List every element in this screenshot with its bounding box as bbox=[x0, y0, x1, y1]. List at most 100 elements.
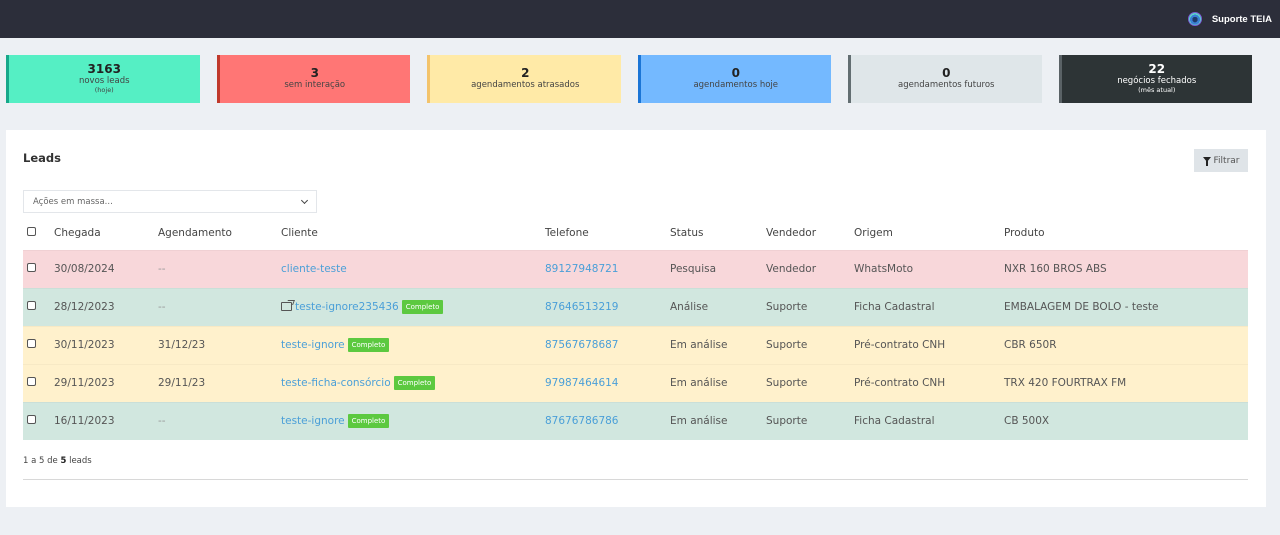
leads-table: Chegada Agendamento Cliente Telefone Sta… bbox=[23, 217, 1248, 440]
cell-vendedor: Suporte bbox=[766, 402, 854, 440]
card-value: 3 bbox=[310, 66, 319, 81]
teia-logo-icon bbox=[1187, 12, 1202, 26]
cell-cliente: teste-ignore Completo bbox=[281, 326, 545, 364]
select-all-checkbox[interactable] bbox=[27, 227, 36, 237]
user-menu[interactable]: Suporte TEIA bbox=[1187, 12, 1272, 26]
filter-icon bbox=[1202, 157, 1211, 166]
cell-agendamento: -- bbox=[158, 288, 281, 326]
card-value: 2 bbox=[521, 66, 530, 81]
card-new-leads[interactable]: 3163 novos leads (hoje) bbox=[6, 55, 200, 103]
chevron-down-icon bbox=[300, 196, 309, 204]
phone-link[interactable]: 87646513219 bbox=[545, 301, 619, 313]
status-badge: Completo bbox=[401, 300, 444, 314]
phone-link[interactable]: 87676786786 bbox=[545, 415, 619, 427]
cell-agendamento: 29/11/23 bbox=[158, 364, 281, 402]
cell-produto: CBR 650R bbox=[1004, 326, 1248, 364]
card-label: agendamentos atrasados bbox=[471, 80, 580, 91]
cell-status: Pesquisa bbox=[670, 250, 766, 288]
cell-cliente: teste-ignore Completo bbox=[281, 402, 545, 440]
card-no-interaction[interactable]: 3 sem interação bbox=[216, 55, 410, 103]
card-label: agendamentos futuros bbox=[898, 80, 995, 91]
card-late-schedules[interactable]: 2 agendamentos atrasados bbox=[427, 55, 621, 103]
card-value: 3163 bbox=[87, 62, 121, 77]
cell-status: Em análise bbox=[670, 326, 766, 364]
card-schedules-today[interactable]: 0 agendamentos hoje bbox=[637, 55, 831, 103]
cell-cliente: teste-ignore235436 Completo bbox=[281, 288, 545, 326]
phone-link[interactable]: 97987464614 bbox=[545, 377, 619, 389]
card-value: 0 bbox=[731, 66, 740, 81]
cell-telefone: 87646513219 bbox=[545, 288, 670, 326]
table-row[interactable]: 16/11/2023 -- teste-ignore Completo 87676… bbox=[23, 402, 1248, 440]
user-name: Suporte TEIA bbox=[1211, 13, 1272, 25]
cell-cliente: cliente-teste bbox=[281, 250, 545, 288]
panel-title: Leads bbox=[23, 151, 61, 165]
row-checkbox[interactable] bbox=[27, 263, 36, 272]
row-checkbox[interactable] bbox=[27, 377, 36, 386]
client-link[interactable]: teste-ignore235436 bbox=[295, 301, 399, 313]
card-sublabel: (hoje) bbox=[94, 86, 114, 95]
bulk-actions-placeholder: Ações em massa... bbox=[33, 196, 113, 207]
card-label: sem interação bbox=[284, 80, 346, 91]
card-future-schedules[interactable]: 0 agendamentos futuros bbox=[848, 55, 1042, 103]
client-link[interactable]: cliente-teste bbox=[281, 263, 347, 275]
cell-status: Em análise bbox=[670, 402, 766, 440]
column-header[interactable]: Telefone bbox=[545, 217, 670, 250]
cell-status: Em análise bbox=[670, 364, 766, 402]
cell-produto: TRX 420 FOURTRAX FM bbox=[1004, 364, 1248, 402]
table-row[interactable]: 29/11/2023 29/11/23 teste-ficha-consórci… bbox=[23, 364, 1248, 402]
card-value: 0 bbox=[942, 66, 951, 81]
summary-cards: 3163 novos leads (hoje) 3 sem interação … bbox=[6, 55, 1280, 103]
card-sublabel: (mês atual) bbox=[1138, 86, 1176, 95]
cell-status: Análise bbox=[670, 288, 766, 326]
table-row[interactable]: 28/12/2023 -- teste-ignore235436 Completo… bbox=[23, 288, 1248, 326]
row-checkbox[interactable] bbox=[27, 415, 36, 425]
pagination-suffix: leads bbox=[69, 456, 92, 466]
column-header[interactable]: Cliente bbox=[281, 217, 545, 250]
cell-chegada: 28/12/2023 bbox=[54, 288, 158, 326]
share-icon bbox=[281, 302, 292, 311]
pagination-info: 1 a 5 de 5 leads bbox=[23, 456, 92, 466]
cell-origem: Ficha Cadastral bbox=[854, 402, 1004, 440]
cell-vendedor: Vendedor bbox=[766, 250, 854, 288]
client-link[interactable]: teste-ignore bbox=[281, 339, 345, 351]
cell-vendedor: Suporte bbox=[766, 364, 854, 402]
table-row[interactable]: 30/11/2023 31/12/23 teste-ignore Completo… bbox=[23, 326, 1248, 364]
cell-origem: Pré-contrato CNH bbox=[854, 364, 1004, 402]
phone-link[interactable]: 89127948721 bbox=[545, 263, 619, 275]
column-header[interactable]: Vendedor bbox=[766, 217, 854, 250]
cell-telefone: 87567678687 bbox=[545, 326, 670, 364]
cell-agendamento: -- bbox=[158, 402, 281, 440]
cell-chegada: 16/11/2023 bbox=[54, 402, 158, 440]
cell-produto: EMBALAGEM DE BOLO - teste bbox=[1004, 288, 1248, 326]
select-all-cell bbox=[23, 217, 54, 250]
cell-agendamento: 31/12/23 bbox=[158, 326, 281, 364]
pagination-prefix: 1 a 5 de bbox=[23, 456, 58, 466]
row-checkbox[interactable] bbox=[27, 301, 36, 310]
cell-chegada: 30/11/2023 bbox=[54, 326, 158, 364]
cell-agendamento: -- bbox=[158, 250, 281, 288]
column-header[interactable]: Origem bbox=[854, 217, 1004, 250]
card-label: agendamentos hoje bbox=[693, 80, 779, 91]
client-link[interactable]: teste-ficha-consórcio bbox=[281, 377, 391, 389]
cell-vendedor: Suporte bbox=[766, 288, 854, 326]
row-checkbox[interactable] bbox=[27, 339, 36, 348]
column-header[interactable]: Produto bbox=[1004, 217, 1248, 250]
cell-telefone: 89127948721 bbox=[545, 250, 670, 288]
column-header[interactable]: Chegada bbox=[54, 217, 158, 250]
card-closed-deals[interactable]: 22 negócios fechados (mês atual) bbox=[1058, 55, 1252, 103]
status-badge: Completo bbox=[347, 338, 390, 352]
cell-origem: Pré-contrato CNH bbox=[854, 326, 1004, 364]
cell-produto: NXR 160 BROS ABS bbox=[1004, 250, 1248, 288]
client-link[interactable]: teste-ignore bbox=[281, 415, 345, 427]
bulk-actions-select[interactable]: Ações em massa... bbox=[23, 190, 317, 213]
top-bar: Suporte TEIA bbox=[0, 0, 1280, 38]
column-header[interactable]: Status bbox=[670, 217, 766, 250]
column-header[interactable]: Agendamento bbox=[158, 217, 281, 250]
status-badge: Completo bbox=[347, 414, 390, 429]
table-header: Chegada Agendamento Cliente Telefone Sta… bbox=[23, 217, 1248, 250]
filter-button[interactable]: Filtrar bbox=[1194, 149, 1248, 172]
leads-panel: Leads Filtrar Ações em massa... Chegada … bbox=[6, 130, 1266, 507]
table-row[interactable]: 30/08/2024 -- cliente-teste 89127948721 … bbox=[23, 250, 1248, 288]
phone-link[interactable]: 87567678687 bbox=[545, 339, 619, 351]
cell-chegada: 30/08/2024 bbox=[54, 250, 158, 288]
